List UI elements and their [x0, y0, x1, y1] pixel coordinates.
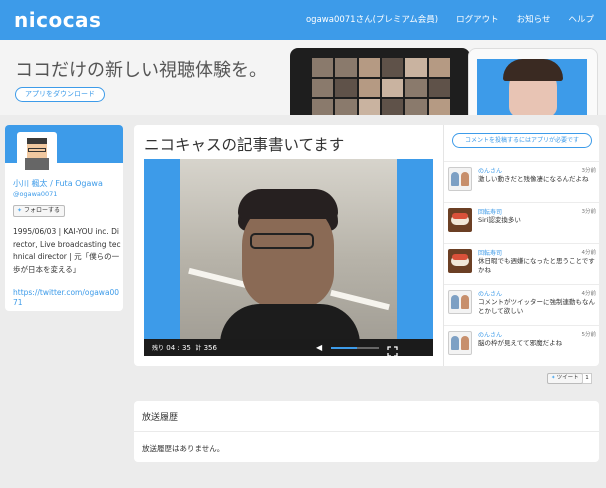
comment-item: のんさん 3分前 激しい動きだと残像凄になるんだよね — [444, 161, 599, 202]
broadcast-title: ニコキャスの記事書いてます — [144, 136, 345, 154]
comment-item: 回転寿司 3分前 Siri認変換多い — [444, 202, 599, 243]
follow-label: フォローする — [24, 207, 61, 214]
video-frame — [180, 159, 397, 344]
comment-avatar[interactable] — [448, 290, 472, 314]
comment-user[interactable]: 回転寿司 — [478, 207, 502, 216]
comment-avatar[interactable] — [448, 331, 472, 355]
fullscreen-icon[interactable] — [387, 342, 398, 356]
tweet-label: ツイート — [556, 375, 579, 381]
comment-time: 3分前 — [581, 209, 597, 215]
nav-account[interactable]: ogawa0071さん(プレミアム会員) — [306, 13, 438, 25]
tweet-button[interactable]: ✦ツイート — [547, 373, 583, 384]
phone-image-face — [468, 48, 598, 115]
comment-text: 激しい動きだと残像凄になるんだよね — [478, 175, 589, 183]
comment-text: 脳の枠が見えてて邪魔だよね — [478, 339, 563, 347]
top-nav: ogawa0071さん(プレミアム会員) ログアウト お知らせ ヘルプ — [306, 13, 594, 25]
comment-time: 3分前 — [581, 168, 597, 174]
history-title: 放送履歴 — [142, 413, 179, 423]
nav-help[interactable]: ヘルプ — [568, 13, 594, 25]
profile-handle[interactable]: @ogawa0071 — [13, 190, 57, 198]
comment-text: 休日暇でも週嫌になったと思うことですかね — [478, 257, 595, 274]
post-comment-button[interactable]: コメントを投稿するにはアプリが必要です — [452, 133, 592, 148]
download-app-button[interactable]: アプリをダウンロード — [15, 87, 105, 102]
hero-banner: ココだけの新しい視聴体験を。 アプリをダウンロード — [0, 40, 606, 115]
video-player[interactable]: 残り 04 : 35 計 356 ◀ — [144, 159, 433, 356]
comment-time: 4分前 — [581, 250, 597, 256]
comment-text: Siri認変換多い — [478, 216, 521, 224]
remaining-time: 残り 04 : 35 計 356 — [152, 344, 217, 352]
broadcast-panel: ニコキャスの記事書いてます 残り 04 : 35 計 356 ◀ コメントを投稿… — [134, 125, 599, 366]
comment-text: コメントがツイッターに強制連動もなんとかして欲しい — [478, 298, 595, 315]
history-divider — [134, 431, 599, 432]
profile-link[interactable]: https://twitter.com/ogawa0071 — [13, 288, 121, 307]
broadcast-history: 放送履歴 放送履歴はありません。 — [134, 401, 599, 462]
comment-item: のんさん 5分前脳の枠が見えてて邪魔だよね — [444, 325, 599, 366]
profile-card: 小川 楓太 / Futa Ogawa @ogawa0071 ✦ フォローする 19… — [5, 125, 123, 311]
twitter-bird-icon: ✦ — [17, 207, 23, 214]
twitter-bird-icon: ✦ — [551, 375, 556, 381]
nav-news[interactable]: お知らせ — [517, 13, 551, 25]
profile-name[interactable]: 小川 楓太 / Futa Ogawa — [13, 178, 103, 189]
comment-time: 5分前 — [581, 332, 597, 338]
top-bar: nicocas ogawa0071さん(プレミアム会員) ログアウト お知らせ … — [0, 0, 606, 40]
volume-icon[interactable]: ◀ — [316, 343, 326, 352]
hero-title: ココだけの新しい視聴体験を。 — [15, 60, 267, 81]
comment-list[interactable]: のんさん 3分前 激しい動きだと残像凄になるんだよね 回転寿司 3分前 Siri認変換多い… — [444, 161, 599, 366]
comment-user[interactable]: のんさん — [478, 289, 502, 298]
comment-avatar[interactable] — [448, 167, 472, 191]
follow-button[interactable]: ✦ フォローする — [13, 205, 66, 217]
history-empty-message: 放送履歴はありません。 — [142, 444, 225, 453]
comment-user[interactable]: のんさん — [478, 330, 502, 339]
comment-avatar[interactable] — [448, 249, 472, 273]
comment-user[interactable]: のんさん — [478, 166, 502, 175]
nicocas-logo[interactable]: nicocas — [14, 8, 101, 32]
profile-bio: 1995/06/03 | KAI-YOU inc. Director, Live… — [13, 227, 121, 274]
nav-logout[interactable]: ログアウト — [456, 13, 499, 25]
comment-time: 4分前 — [581, 291, 597, 297]
comment-avatar[interactable] — [448, 208, 472, 232]
comment-item: 回転寿司 4分前 休日暇でも週嫌になったと思うことですかね — [444, 243, 599, 284]
video-controls: 残り 04 : 35 計 356 ◀ — [144, 339, 433, 356]
avatar[interactable] — [17, 132, 57, 172]
comment-panel: コメントを投稿するにはアプリが必要です のんさん 3分前 激しい動きだと残像凄になる… — [443, 125, 599, 366]
comment-item: のんさん 4分前 コメントがツイッターに強制連動もなんとかして欲しい — [444, 284, 599, 325]
tweet-count: 1 — [582, 373, 592, 384]
volume-slider[interactable] — [331, 347, 379, 349]
phone-image-grid — [290, 48, 470, 115]
comment-user[interactable]: 回転寿司 — [478, 248, 502, 257]
